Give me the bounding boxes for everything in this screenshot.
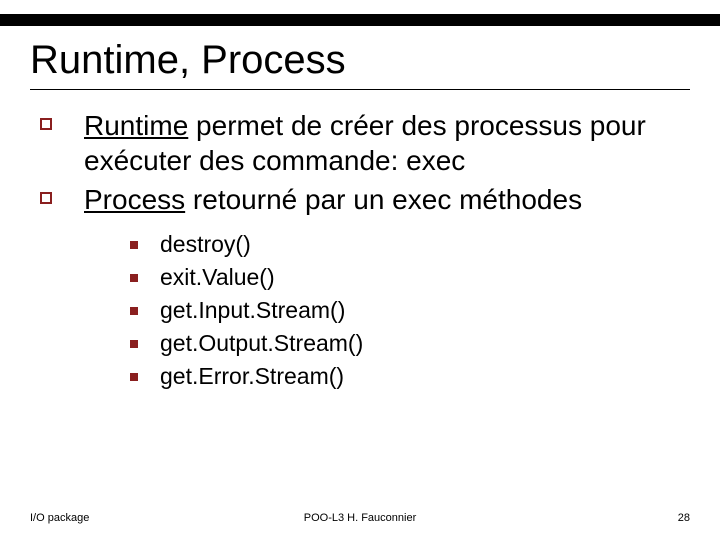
list-item: get.Error.Stream() [130, 363, 690, 390]
bullet-item: Runtime permet de créer des processus po… [40, 108, 690, 178]
slide-title: Runtime, Process [30, 38, 690, 83]
list-item: destroy() [130, 231, 690, 258]
bullet-text: Process retourné par un exec méthodes [84, 182, 582, 217]
filled-square-icon [130, 340, 160, 348]
filled-square-icon [130, 241, 160, 249]
process-link[interactable]: Process [84, 184, 185, 215]
hollow-square-icon [40, 108, 84, 178]
slide: Runtime, Process Runtime permet de créer… [0, 0, 720, 540]
title-rule [30, 89, 690, 90]
filled-square-icon [130, 373, 160, 381]
list-item: get.Output.Stream() [130, 330, 690, 357]
bullet-item: Process retourné par un exec méthodes [40, 182, 690, 217]
filled-square-icon [130, 274, 160, 282]
slide-footer: I/O package POO-L3 H. Fauconnier 28 [0, 512, 720, 524]
slide-body: Runtime permet de créer des processus po… [30, 108, 690, 390]
list-item: get.Input.Stream() [130, 297, 690, 324]
method-label: exit.Value() [160, 264, 275, 291]
list-item: exit.Value() [130, 264, 690, 291]
method-label: get.Input.Stream() [160, 297, 345, 324]
runtime-link[interactable]: Runtime [84, 110, 188, 141]
sub-list: destroy() exit.Value() get.Input.Stream(… [40, 231, 690, 390]
method-label: destroy() [160, 231, 251, 258]
bullet-text: Runtime permet de créer des processus po… [84, 108, 690, 178]
bullet-rest: retourné par un exec méthodes [185, 184, 582, 215]
footer-center: POO-L3 H. Fauconnier [0, 512, 720, 524]
filled-square-icon [130, 307, 160, 315]
method-label: get.Output.Stream() [160, 330, 363, 357]
hollow-square-icon [40, 182, 84, 217]
method-label: get.Error.Stream() [160, 363, 344, 390]
top-bar [0, 14, 720, 26]
